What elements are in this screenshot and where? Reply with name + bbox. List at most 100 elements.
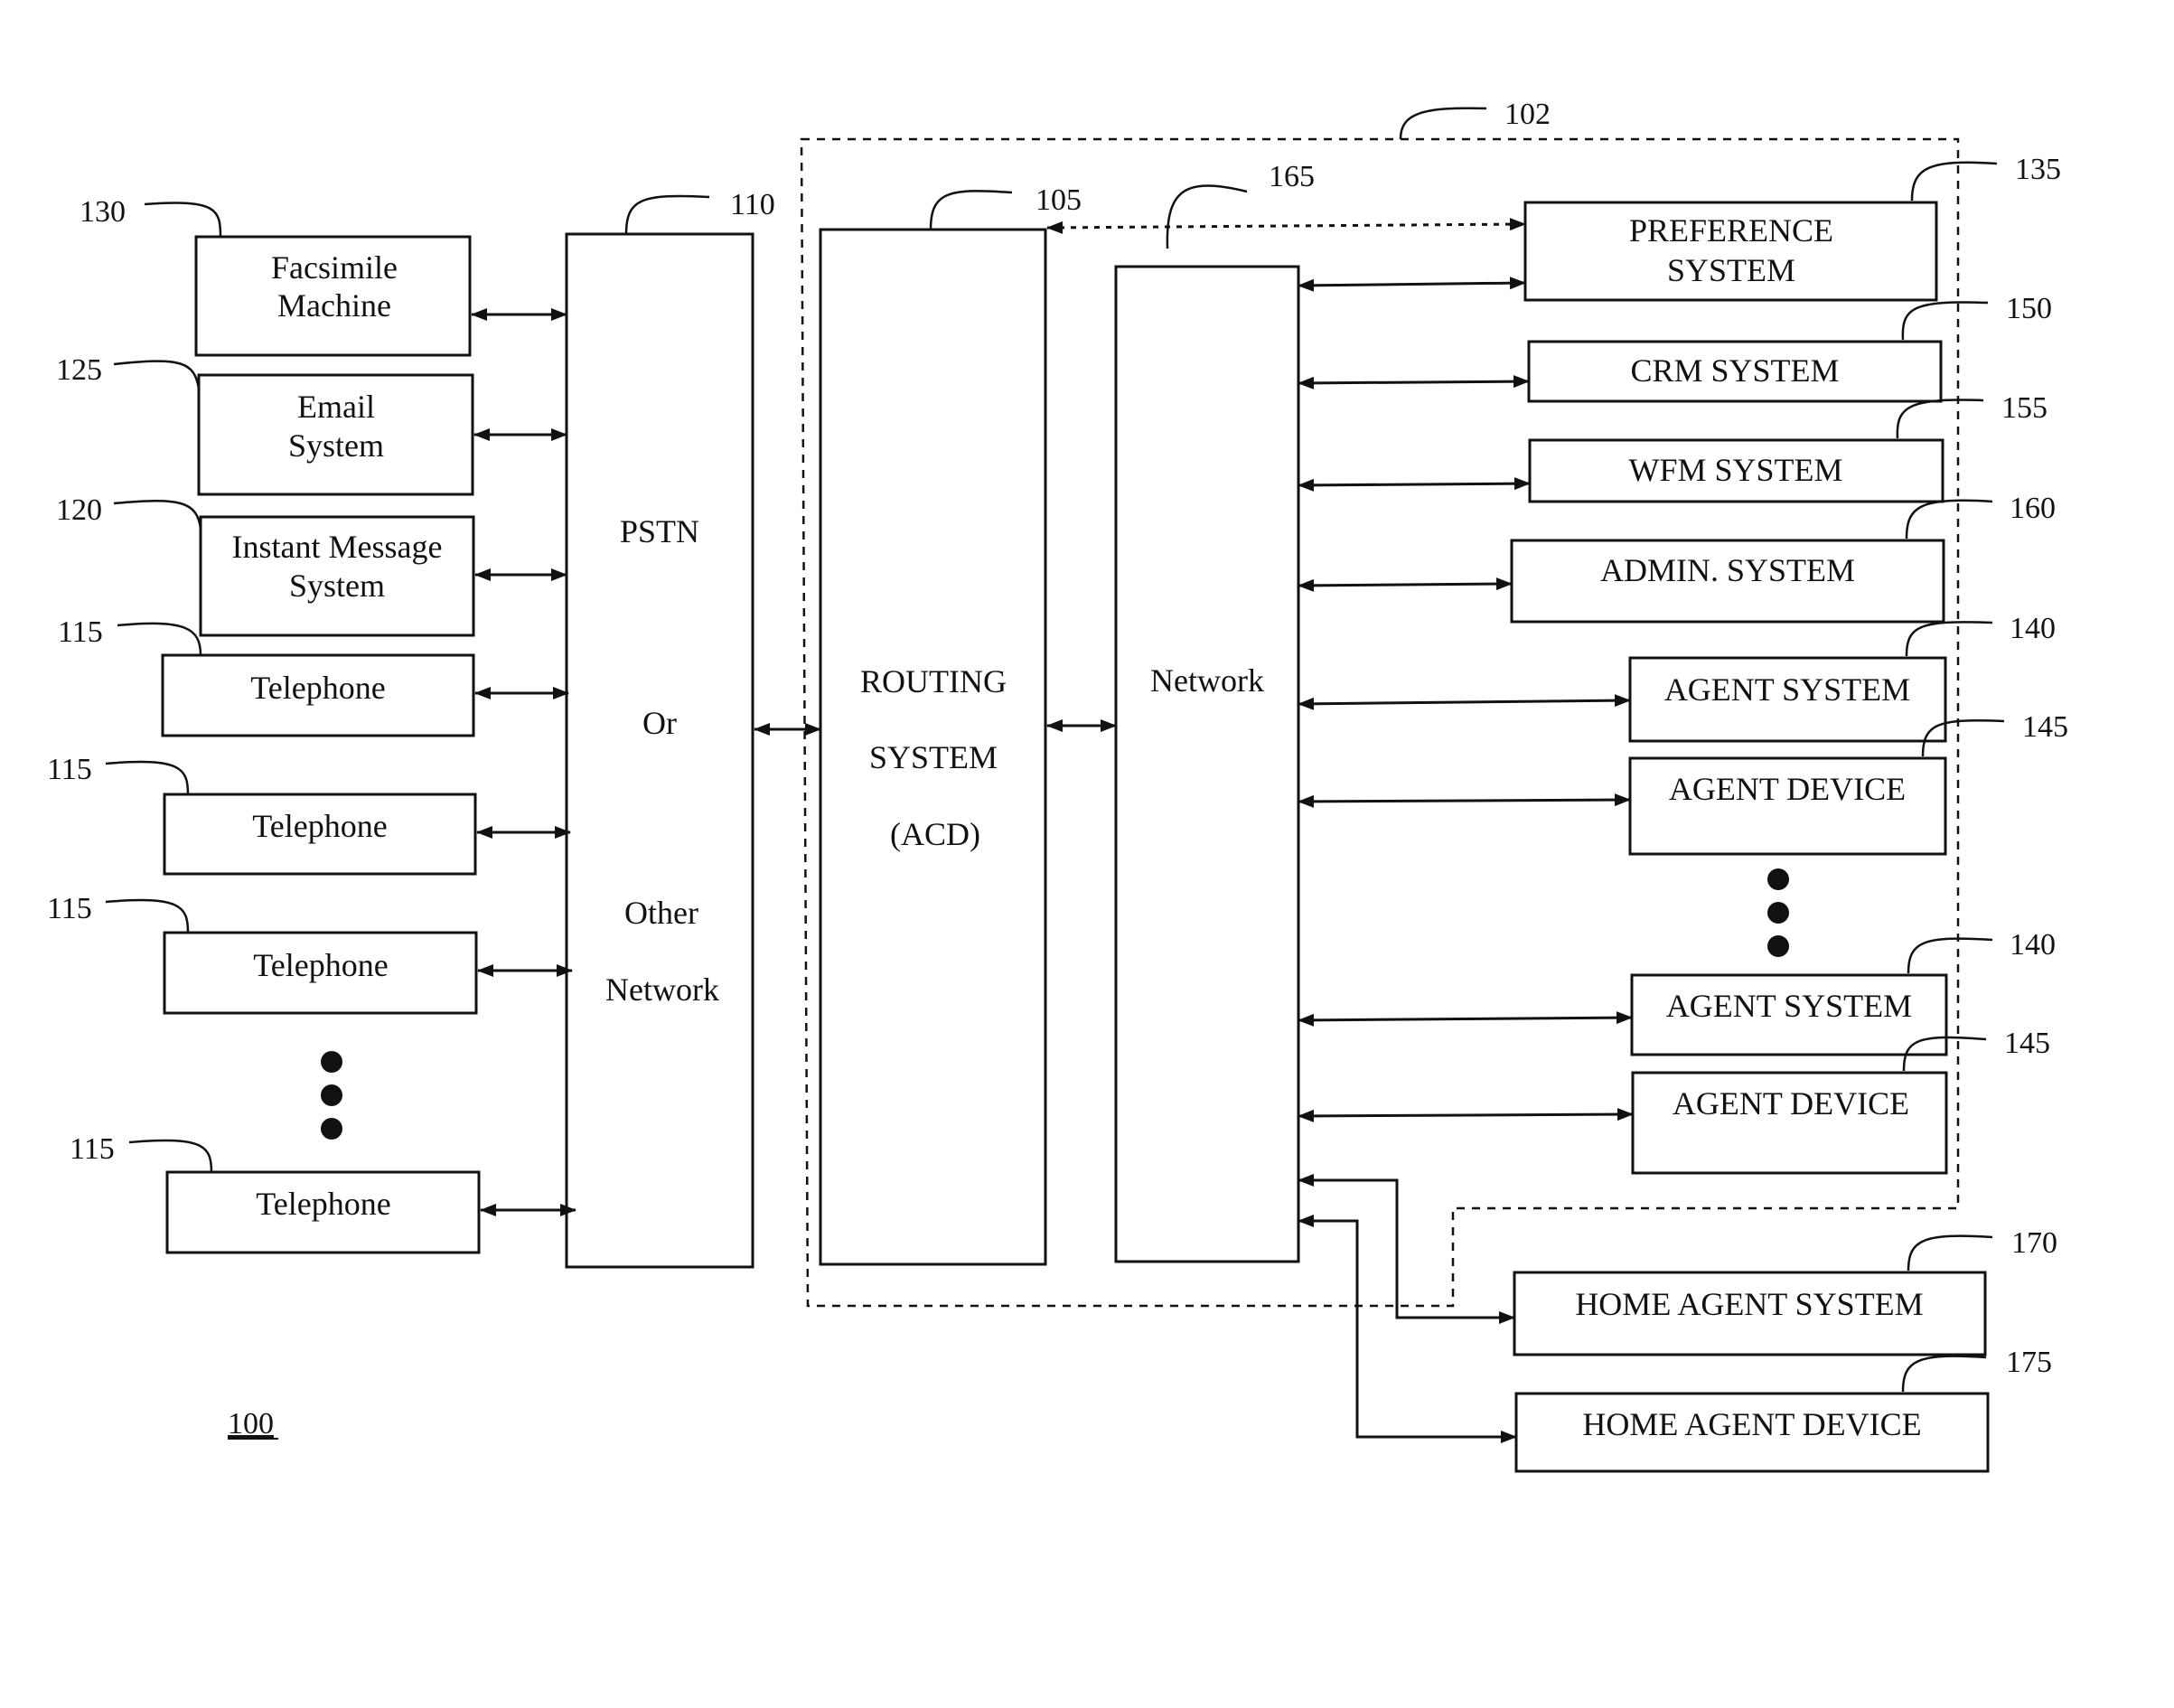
leader-135 bbox=[1910, 161, 1998, 202]
arrow-network-agent-device-2 bbox=[1298, 1108, 1634, 1122]
fax-label-line2: Machine bbox=[277, 287, 391, 324]
ellipsis-agents bbox=[1767, 868, 1789, 957]
arrow-routing-preference bbox=[1046, 218, 1526, 234]
leader-175 bbox=[1901, 1355, 1987, 1393]
home-agent-device-label: HOME AGENT DEVICE bbox=[1582, 1406, 1921, 1442]
ref-170: 170 bbox=[2011, 1226, 2057, 1260]
leader-120 bbox=[113, 499, 202, 530]
ellipsis-dot bbox=[1767, 935, 1789, 957]
leader-102 bbox=[1399, 107, 1487, 140]
network-box[interactable] bbox=[1114, 265, 1300, 1263]
leader-130 bbox=[144, 202, 222, 238]
leader-165 bbox=[1166, 184, 1248, 249]
arrow-network-home-agent-system bbox=[1298, 1174, 1515, 1324]
node-fax[interactable]: Facsimile Machine 130 bbox=[80, 195, 472, 357]
ref-105: 105 bbox=[1035, 183, 1082, 217]
wfm-label: WFM SYSTEM bbox=[1628, 452, 1842, 488]
ref-175: 175 bbox=[2006, 1346, 2052, 1379]
leader-115-d bbox=[128, 1139, 213, 1173]
agent-system-2-label: AGENT SYSTEM bbox=[1666, 988, 1912, 1024]
routing-label-line1: ROUTING bbox=[860, 663, 1007, 699]
node-telephone-4[interactable]: Telephone 115 bbox=[70, 1132, 481, 1254]
ref-155: 155 bbox=[2001, 391, 2047, 425]
figure-number: 100 bbox=[228, 1407, 274, 1441]
ref-120: 120 bbox=[56, 493, 102, 527]
arrow-network-agent-system-2 bbox=[1298, 1011, 1633, 1027]
leader-170 bbox=[1907, 1234, 1993, 1272]
leader-115-a bbox=[117, 622, 202, 656]
ref-140-b: 140 bbox=[2010, 928, 2056, 962]
ellipsis-dot bbox=[321, 1051, 342, 1073]
leader-140-a bbox=[1905, 621, 1993, 657]
im-label-line1: Instant Message bbox=[232, 529, 443, 565]
node-email[interactable]: Email System 125 bbox=[56, 353, 474, 496]
node-home-agent-device[interactable]: HOME AGENT DEVICE 175 bbox=[1514, 1346, 2052, 1473]
leader-125 bbox=[113, 360, 201, 389]
ref-115-b: 115 bbox=[47, 753, 92, 786]
ellipsis-telephones bbox=[321, 1051, 342, 1140]
network-label: Network bbox=[1150, 662, 1264, 699]
pstn-label-line4: Network bbox=[605, 971, 719, 1008]
telephone-4-label: Telephone bbox=[256, 1186, 390, 1222]
telephone-2-label: Telephone bbox=[252, 808, 387, 844]
leader-150 bbox=[1901, 301, 1989, 341]
leader-110 bbox=[624, 194, 710, 235]
preference-label-line2: SYSTEM bbox=[1667, 252, 1795, 288]
node-pstn[interactable]: PSTN Or Other Network 110 bbox=[565, 188, 775, 1269]
leader-155 bbox=[1896, 399, 1984, 439]
home-agent-system-label: HOME AGENT SYSTEM bbox=[1575, 1286, 1923, 1322]
fax-label-line1: Facsimile bbox=[271, 249, 398, 286]
node-wfm-system[interactable]: WFM SYSTEM 155 bbox=[1528, 391, 2047, 503]
node-routing-system[interactable]: ROUTING SYSTEM (ACD) 105 bbox=[819, 183, 1082, 1266]
arrow-network-crm bbox=[1298, 375, 1530, 389]
ref-115-a: 115 bbox=[58, 615, 103, 649]
node-network[interactable]: Network 165 bbox=[1114, 160, 1315, 1263]
node-agent-system-2[interactable]: AGENT SYSTEM 140 bbox=[1630, 928, 2056, 1056]
node-telephone-3[interactable]: Telephone 115 bbox=[47, 892, 478, 1015]
admin-label: ADMIN. SYSTEM bbox=[1600, 552, 1855, 588]
ref-125: 125 bbox=[56, 353, 102, 387]
leader-140-b bbox=[1907, 937, 1993, 974]
ellipsis-dot bbox=[1767, 868, 1789, 890]
arrow-network-admin bbox=[1298, 577, 1513, 592]
node-crm-system[interactable]: CRM SYSTEM 150 bbox=[1527, 292, 2052, 403]
crm-label: CRM SYSTEM bbox=[1630, 352, 1839, 389]
agent-device-1-label: AGENT DEVICE bbox=[1669, 771, 1906, 807]
leader-115-c bbox=[105, 898, 190, 934]
node-telephone-2[interactable]: Telephone 115 bbox=[47, 753, 477, 876]
ref-135: 135 bbox=[2015, 153, 2061, 186]
leader-115-b bbox=[105, 760, 190, 795]
pstn-box[interactable] bbox=[565, 232, 754, 1269]
ref-115-d: 115 bbox=[70, 1132, 115, 1166]
ellipsis-dot bbox=[321, 1118, 342, 1140]
ellipsis-dot bbox=[1767, 902, 1789, 924]
leader-105 bbox=[929, 190, 1013, 230]
arrow-network-agent-system-1 bbox=[1298, 694, 1631, 710]
arrow-network-preference bbox=[1298, 277, 1526, 292]
system-diagram: 102 Facsimile Machine 130 Email System 1… bbox=[47, 98, 2068, 1473]
ref-145-b: 145 bbox=[2004, 1027, 2050, 1060]
ref-110: 110 bbox=[730, 188, 775, 221]
preference-label-line1: PREFERENCE bbox=[1629, 212, 1833, 249]
node-preference-system[interactable]: PREFERENCE SYSTEM 135 bbox=[1523, 153, 2061, 302]
ref-145-a: 145 bbox=[2022, 710, 2068, 744]
leader-160 bbox=[1905, 499, 1993, 540]
ellipsis-dot bbox=[321, 1084, 342, 1106]
node-home-agent-system[interactable]: HOME AGENT SYSTEM 170 bbox=[1513, 1226, 2057, 1356]
routing-label-line3: (ACD) bbox=[890, 816, 980, 852]
routing-label-line2: SYSTEM bbox=[869, 739, 998, 775]
ref-102: 102 bbox=[1504, 98, 1551, 131]
telephone-1-label: Telephone bbox=[250, 670, 385, 706]
ref-150: 150 bbox=[2006, 292, 2052, 325]
ref-165: 165 bbox=[1269, 160, 1315, 193]
agent-device-2-label: AGENT DEVICE bbox=[1673, 1085, 1909, 1121]
agent-system-1-label: AGENT SYSTEM bbox=[1664, 671, 1910, 708]
ref-115-c: 115 bbox=[47, 892, 92, 925]
im-label-line2: System bbox=[289, 568, 385, 604]
node-instant-message[interactable]: Instant Message System 120 bbox=[56, 493, 475, 637]
ref-130: 130 bbox=[80, 195, 126, 229]
email-label-line2: System bbox=[288, 427, 384, 464]
telephone-3-label: Telephone bbox=[253, 947, 388, 983]
pstn-label-line3: Other bbox=[624, 895, 698, 931]
node-admin-system[interactable]: ADMIN. SYSTEM 160 bbox=[1510, 492, 2056, 624]
